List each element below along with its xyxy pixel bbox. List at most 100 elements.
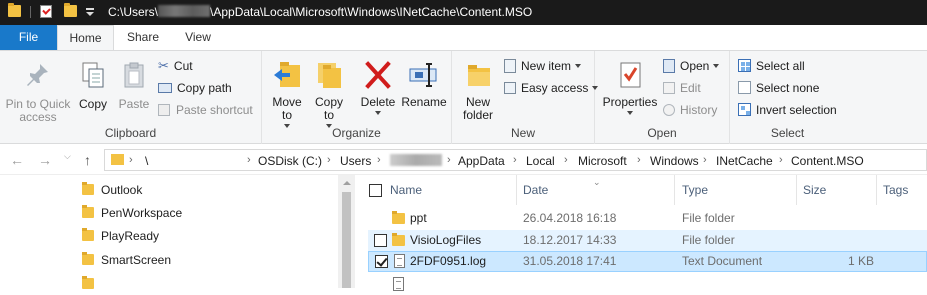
ribbon-tabs: File Home Share View	[0, 25, 927, 51]
column-name[interactable]: Name	[390, 183, 422, 197]
new-folder-icon	[468, 65, 490, 86]
column-tags[interactable]: Tags	[883, 183, 908, 197]
breadcrumb-users[interactable]: Users	[340, 154, 371, 168]
move-to-icon	[274, 62, 300, 87]
tab-file[interactable]: File	[0, 25, 57, 50]
easy-access-label: Easy access	[521, 81, 589, 95]
delete-button[interactable]: Delete	[358, 59, 398, 117]
scroll-up-arrow-icon[interactable]	[343, 181, 351, 185]
copy-button[interactable]: Copy	[76, 61, 110, 111]
edit-button[interactable]: Edit	[663, 79, 701, 97]
copy-to-button[interactable]: Copy to	[309, 59, 349, 130]
paste-button[interactable]: Paste	[114, 61, 154, 111]
folder-icon	[82, 252, 94, 265]
title-path-suffix: \AppData\Local\Microsoft\Windows\INetCac…	[210, 5, 533, 19]
breadcrumb-separator: ›	[129, 154, 133, 166]
title-bar: C:\Users\ \AppData\Local\Microsoft\Window…	[0, 0, 927, 25]
breadcrumb-separator: ›	[703, 154, 707, 166]
properties-label: Properties	[602, 95, 658, 109]
customize-quick-access-icon[interactable]	[86, 8, 94, 16]
properties-quick-icon[interactable]	[40, 5, 52, 18]
breadcrumb-windows[interactable]: Windows	[650, 154, 699, 168]
file-date: 18.12.2017 14:33	[523, 233, 617, 247]
navigation-scrollbar[interactable]	[338, 175, 355, 288]
rename-button[interactable]: Rename	[400, 59, 448, 109]
breadcrumb-appdata[interactable]: AppData	[458, 154, 505, 168]
file-row-partial[interactable]	[368, 274, 927, 295]
invert-selection-label: Invert selection	[756, 103, 837, 117]
breadcrumb-local[interactable]: Local	[526, 154, 555, 168]
file-row[interactable]: ppt 26.04.2018 16:18 File folder	[368, 208, 927, 229]
tab-home[interactable]: Home	[57, 25, 114, 51]
column-date[interactable]: Date	[523, 183, 548, 197]
cut-button[interactable]: ✂ Cut	[158, 57, 193, 75]
breadcrumb-separator: ›	[513, 154, 517, 166]
breadcrumb-osdisk[interactable]: OSDisk (C:)	[258, 154, 322, 168]
tab-share[interactable]: Share	[118, 25, 168, 50]
organize-group-label: Organize	[332, 126, 381, 140]
open-button[interactable]: Open	[663, 57, 720, 75]
breadcrumb-inetcache[interactable]: INetCache	[716, 154, 773, 168]
row-checkbox-checked[interactable]	[375, 255, 388, 268]
file-list: Name ⌄ Date Type Size Tags ppt 26.04.201…	[355, 175, 927, 291]
breadcrumb-username[interactable]	[390, 154, 442, 168]
paste-shortcut-label: Paste shortcut	[176, 103, 253, 117]
folder-icon	[82, 205, 94, 218]
history-button[interactable]: History	[663, 101, 717, 119]
paste-shortcut-button[interactable]: Paste shortcut	[158, 101, 253, 119]
breadcrumb-root[interactable]: \	[145, 154, 148, 168]
recent-locations-chevron-icon[interactable]: ⌵	[64, 151, 71, 162]
select-none-button[interactable]: Select none	[738, 79, 819, 97]
open-group-label: Open	[647, 126, 677, 140]
forward-arrow-icon[interactable]: →	[38, 152, 52, 168]
navigation-pane: Outlook PenWorkspace PlayReady SmartScre…	[0, 175, 355, 289]
breadcrumb-content-mso[interactable]: Content.MSO	[791, 154, 864, 168]
folder-icon	[111, 154, 124, 165]
new-folder-quick-icon[interactable]	[64, 3, 77, 17]
column-divider[interactable]	[796, 175, 797, 205]
tab-view[interactable]: View	[173, 25, 223, 50]
open-icon	[663, 59, 675, 73]
copy-path-button[interactable]: Copy path	[158, 79, 232, 97]
clipboard-group-label: Clipboard	[104, 126, 157, 140]
breadcrumb-separator: ›	[637, 154, 641, 166]
new-folder-button[interactable]: New folder	[458, 59, 498, 122]
paste-shortcut-icon	[158, 104, 170, 116]
sort-chevron-icon: ⌄	[593, 177, 601, 187]
folder-icon	[82, 182, 94, 195]
new-group-label: New	[510, 126, 535, 140]
new-item-button[interactable]: New item	[504, 57, 582, 75]
address-bar[interactable]: › \ › OSDisk (C:) › Users › › AppData › …	[104, 149, 927, 171]
column-divider[interactable]	[516, 175, 517, 205]
file-row[interactable]: VisioLogFiles 18.12.2017 14:33 File fold…	[368, 230, 927, 251]
column-divider[interactable]	[876, 175, 877, 205]
column-divider[interactable]	[674, 175, 675, 205]
folder-icon	[82, 228, 94, 241]
move-to-button[interactable]: Move to	[267, 59, 307, 130]
new-group: New folder New item Easy access New	[452, 51, 599, 144]
select-all-checkbox[interactable]	[369, 184, 382, 197]
column-size[interactable]: Size	[803, 183, 826, 197]
folder-icon	[8, 3, 21, 17]
copy-path-label: Copy path	[177, 81, 232, 95]
breadcrumb-separator: ›	[564, 154, 568, 166]
up-arrow-icon[interactable]: ↑	[84, 152, 91, 168]
rename-label: Rename	[401, 95, 447, 109]
properties-button[interactable]: Properties	[601, 59, 659, 117]
scrollbar-thumb[interactable]	[342, 192, 351, 288]
rename-icon	[409, 63, 437, 87]
row-checkbox[interactable]	[374, 234, 387, 247]
back-arrow-icon[interactable]: ←	[10, 152, 24, 168]
file-row-selected[interactable]: 2FDF0951.log 31.05.2018 17:41 Text Docum…	[368, 251, 927, 272]
invert-selection-icon	[738, 103, 751, 116]
breadcrumb-microsoft[interactable]: Microsoft	[578, 154, 627, 168]
invert-selection-button[interactable]: Invert selection	[738, 101, 837, 119]
easy-access-button[interactable]: Easy access	[504, 79, 599, 97]
copy-to-label: Copy to	[314, 95, 343, 122]
select-all-button[interactable]: Select all	[738, 57, 805, 75]
breadcrumb-separator: ›	[327, 154, 331, 166]
column-type[interactable]: Type	[682, 183, 708, 197]
pin-to-quick-access-button[interactable]: Pin to Quick access	[2, 61, 74, 124]
window-title: C:\Users\ \AppData\Local\Microsoft\Window…	[108, 5, 532, 19]
delete-caret	[358, 109, 398, 117]
